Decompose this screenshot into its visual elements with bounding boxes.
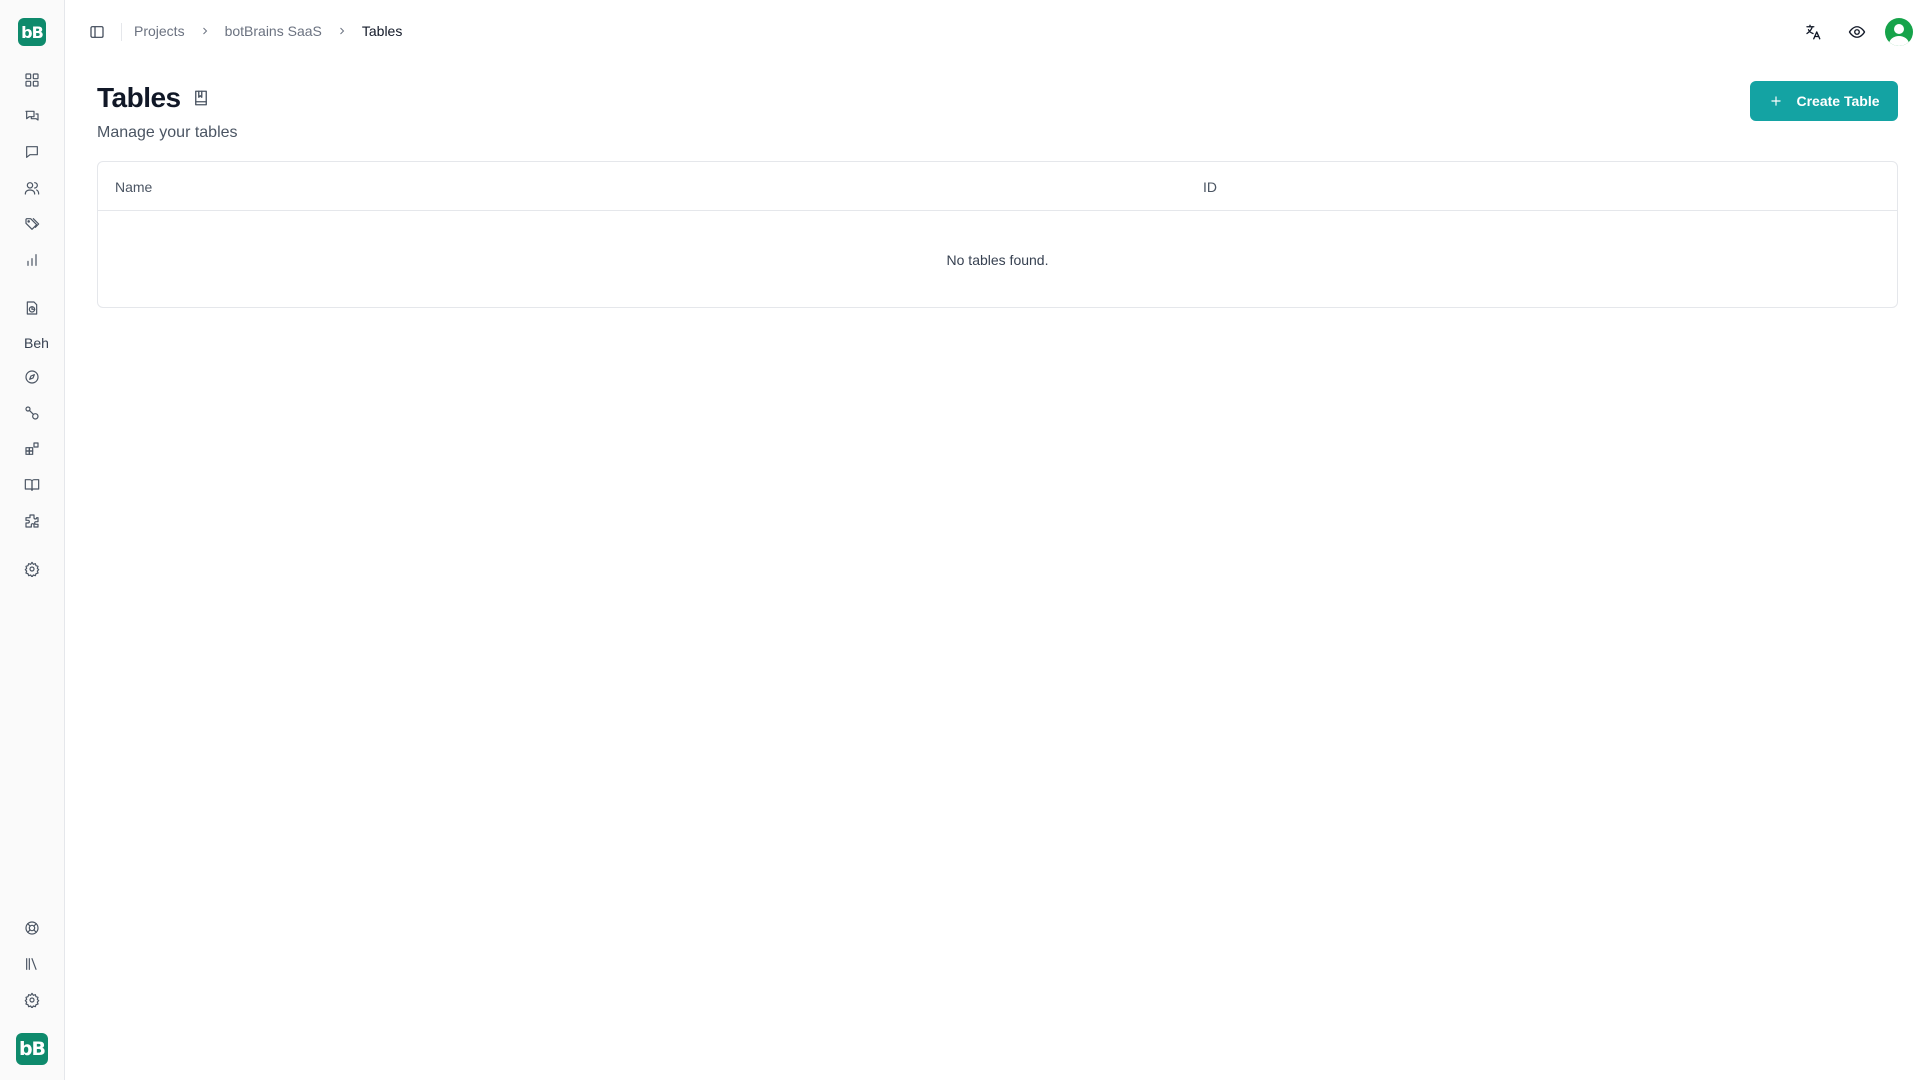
chat-icon[interactable] <box>22 142 42 162</box>
create-table-label: Create Table <box>1796 93 1880 109</box>
create-table-button[interactable]: Create Table <box>1750 81 1898 121</box>
docs-book-icon[interactable] <box>192 89 212 109</box>
sidebar-section-label: Beh <box>24 335 49 351</box>
plus-icon <box>1770 96 1781 106</box>
users-icon[interactable] <box>22 178 42 198</box>
breadcrumb-current: Tables <box>361 23 403 39</box>
divider <box>121 23 122 41</box>
breadcrumb: Projects botBrains SaaS Tables <box>134 23 402 39</box>
reports-icon[interactable] <box>22 298 42 318</box>
page-subtitle: Manage your tables <box>97 124 238 141</box>
explore-icon[interactable] <box>22 367 42 387</box>
library-icon[interactable] <box>22 954 42 974</box>
breadcrumb-project[interactable]: botBrains SaaS <box>225 23 322 39</box>
workflows-icon[interactable] <box>22 403 42 423</box>
tables-table: Name ID No tables found. <box>97 161 1898 308</box>
avatar[interactable] <box>1885 18 1913 46</box>
page-title: Tables <box>97 82 181 113</box>
tags-icon[interactable] <box>22 214 42 234</box>
workspace-logo[interactable]: bB <box>16 1033 48 1065</box>
plugins-icon[interactable] <box>22 511 42 531</box>
help-icon[interactable] <box>22 918 42 938</box>
knowledge-icon[interactable] <box>22 475 42 495</box>
table-header: Name ID <box>98 162 1897 211</box>
analytics-icon[interactable] <box>22 250 42 270</box>
preferences-icon[interactable] <box>22 990 42 1010</box>
app-logo[interactable]: bB <box>18 18 46 46</box>
top-bar: Projects botBrains SaaS Tables <box>65 0 1920 64</box>
chevron-right-icon <box>336 25 348 37</box>
sidebar-toggle-button[interactable] <box>86 21 108 43</box>
column-header-name[interactable]: Name <box>115 179 152 195</box>
column-header-id[interactable]: ID <box>1203 179 1217 195</box>
chevron-right-icon <box>199 25 211 37</box>
settings-icon[interactable] <box>22 559 42 579</box>
conversations-icon[interactable] <box>22 106 42 126</box>
dashboard-icon[interactable] <box>22 70 42 90</box>
empty-state-message: No tables found. <box>946 251 1049 268</box>
integrations-icon[interactable] <box>22 439 42 459</box>
eye-icon[interactable] <box>1846 21 1868 43</box>
breadcrumb-projects[interactable]: Projects <box>134 23 185 39</box>
sidebar: bB Beh bB <box>0 0 65 1080</box>
translate-icon[interactable] <box>1802 21 1824 43</box>
